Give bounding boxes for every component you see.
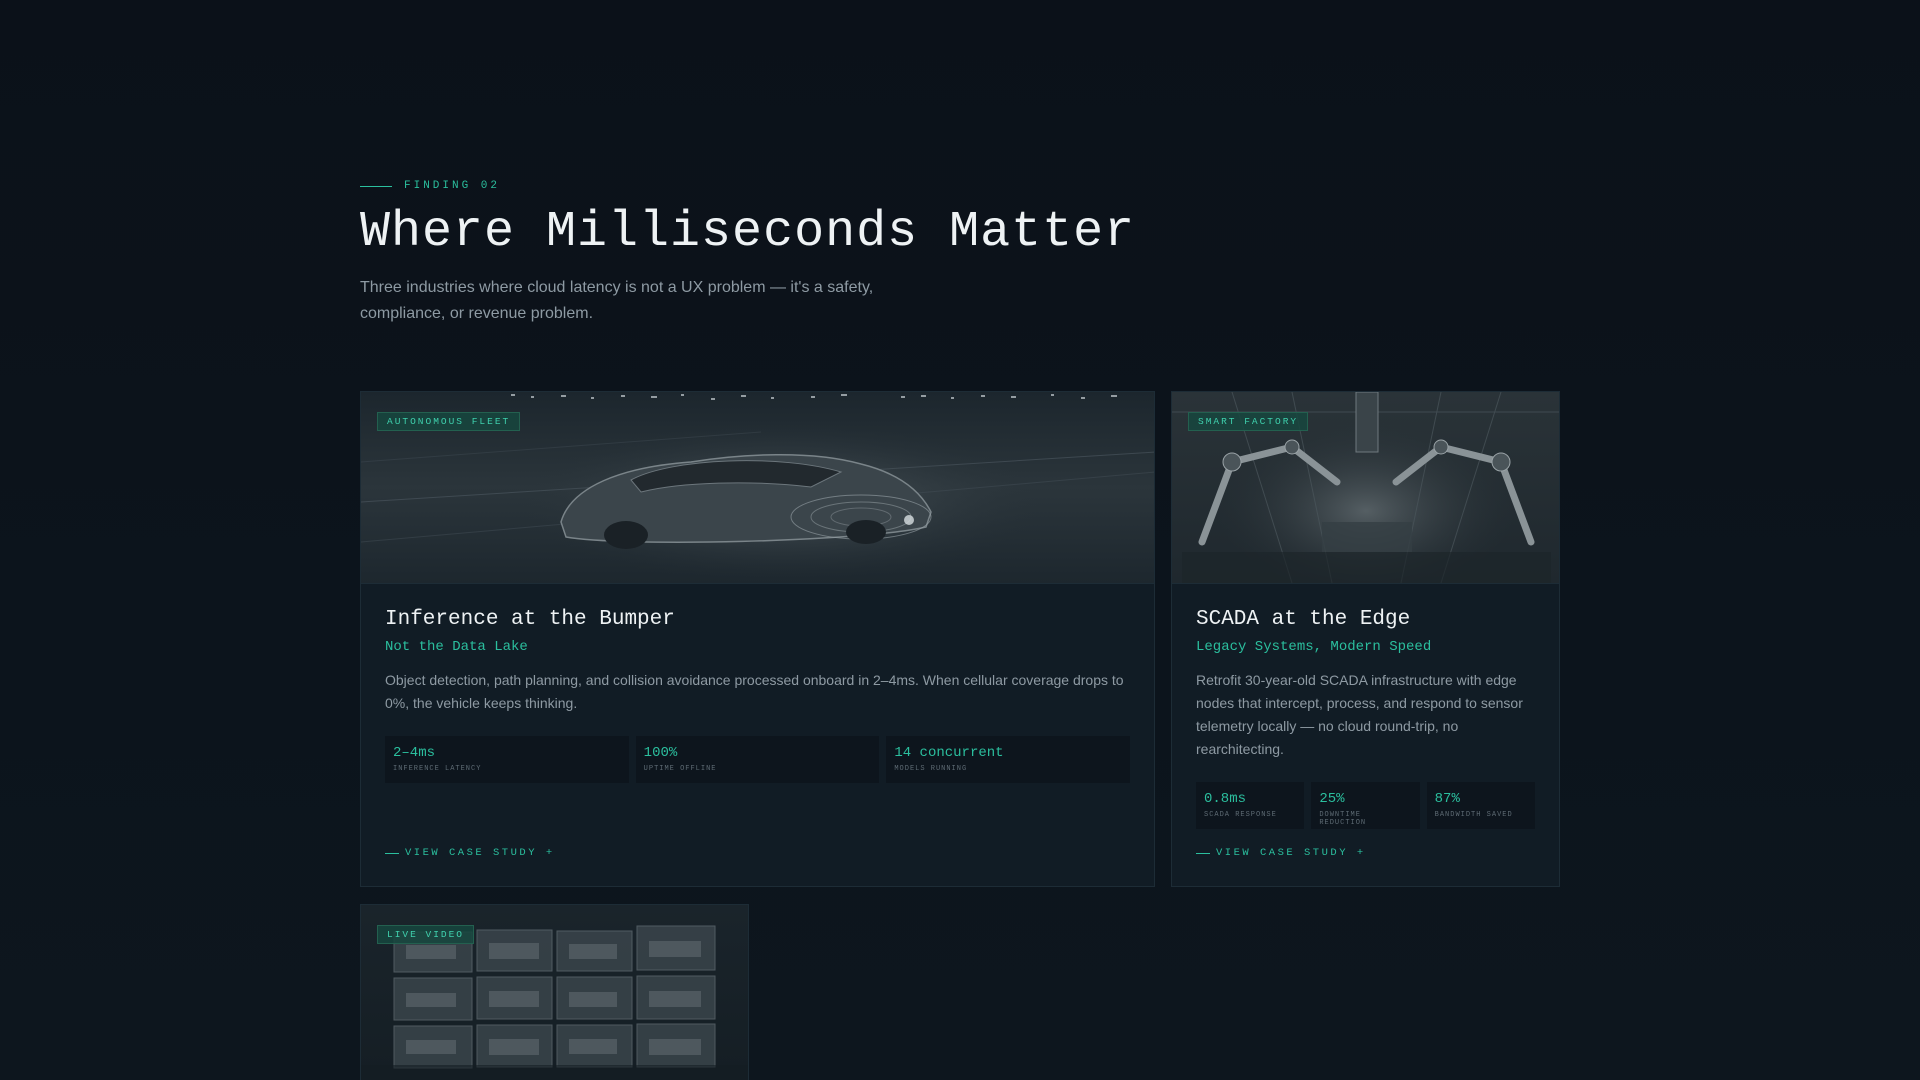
cta-label: VIEW CASE STUDY + xyxy=(1216,847,1366,859)
stat-label: INFERENCE LATENCY xyxy=(393,765,482,773)
card-live-video[interactable]: LIVE VIDEO xyxy=(360,904,749,1080)
view-case-study-link[interactable]: VIEW CASE STUDY + xyxy=(385,847,555,859)
card-body: Inference at the Bumper Not the Data Lak… xyxy=(361,584,1154,783)
eyebrow-line xyxy=(360,185,392,187)
cta-line xyxy=(1196,852,1210,854)
view-case-study-link[interactable]: VIEW CASE STUDY + xyxy=(1196,847,1366,859)
cta-line xyxy=(385,852,399,854)
stat-item: 2–4ms INFERENCE LATENCY xyxy=(385,736,629,783)
card-stats: 0.8ms SCADA RESPONSE 25% DOWNTIME REDUCT… xyxy=(1196,782,1535,829)
stat-label: MODELS RUNNING xyxy=(894,765,968,773)
page: FINDING 02 Where Milliseconds Matter Thr… xyxy=(0,0,1920,1080)
findings-section: FINDING 02 Where Milliseconds Matter Thr… xyxy=(360,180,1560,327)
card-subtitle: Legacy Systems, Modern Speed xyxy=(1196,639,1432,655)
card-subtitle: Not the Data Lake xyxy=(385,639,528,655)
cta-label: VIEW CASE STUDY + xyxy=(405,847,555,859)
stat-label: UPTIME OFFLINE xyxy=(643,765,717,773)
car-image: AUTONOMOUS FLEET xyxy=(361,392,1154,584)
factory-image: SMART FACTORY xyxy=(1172,392,1559,584)
card-stats: 2–4ms INFERENCE LATENCY 100% UPTIME OFFL… xyxy=(385,736,1131,783)
card-smart-factory[interactable]: SMART FACTORY SCADA at the Edge Legacy S… xyxy=(1171,391,1560,887)
card-tag: SMART FACTORY xyxy=(1188,412,1309,431)
stat-item: 0.8ms SCADA RESPONSE xyxy=(1196,782,1305,829)
card-tag: LIVE VIDEO xyxy=(377,925,475,944)
card-body: SCADA at the Edge Legacy Systems, Modern… xyxy=(1172,584,1559,829)
stat-value: 0.8ms xyxy=(1204,791,1247,807)
stat-label: SCADA RESPONSE xyxy=(1204,811,1277,819)
section-title: Where Milliseconds Matter xyxy=(360,204,1136,261)
stat-value: 87% xyxy=(1434,791,1460,807)
stat-label: BANDWIDTH SAVED xyxy=(1434,811,1513,819)
stat-value: 2–4ms xyxy=(393,745,436,761)
stat-value: 25% xyxy=(1319,791,1345,807)
eyebrow-label: FINDING 02 xyxy=(404,180,501,192)
card-title: Inference at the Bumper xyxy=(385,608,675,631)
stat-item: 14 concurrent MODELS RUNNING xyxy=(886,736,1131,783)
stat-value: 100% xyxy=(643,745,678,761)
card-description: Retrofit 30-year-old SCADA infrastructur… xyxy=(1196,672,1523,757)
section-eyebrow: FINDING 02 xyxy=(360,180,1560,192)
card-description: Object detection, path planning, and col… xyxy=(385,672,1124,711)
card-title: SCADA at the Edge xyxy=(1196,608,1411,631)
card-tag: AUTONOMOUS FLEET xyxy=(377,412,521,431)
video-wall-image: LIVE VIDEO xyxy=(361,905,748,1080)
stat-item: 87% BANDWIDTH SAVED xyxy=(1426,782,1535,829)
section-intro: Three industries where cloud latency is … xyxy=(360,279,874,322)
stat-item: 25% DOWNTIME REDUCTION xyxy=(1311,782,1420,829)
stat-item: 100% UPTIME OFFLINE xyxy=(635,736,880,783)
stat-value: 14 concurrent xyxy=(894,745,1004,761)
card-autonomous-fleet[interactable]: AUTONOMOUS FLEET Inference at the Bumper… xyxy=(360,391,1155,887)
stat-label: DOWNTIME REDUCTION xyxy=(1319,811,1367,827)
